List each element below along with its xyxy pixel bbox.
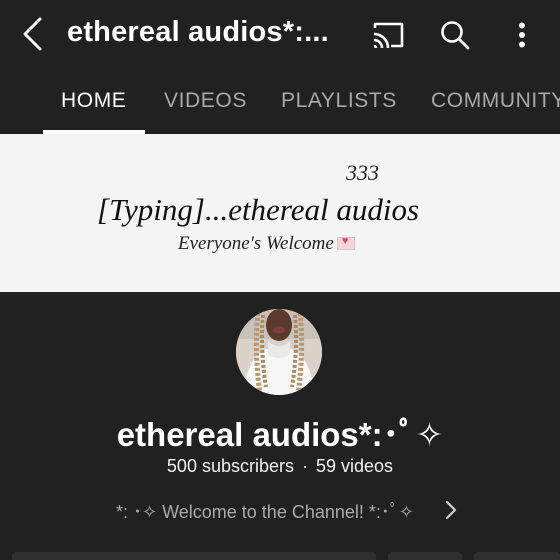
search-button[interactable] <box>434 14 476 56</box>
tab-videos[interactable]: VIDEOS <box>164 70 247 134</box>
back-button[interactable] <box>14 14 50 54</box>
stats-separator: · <box>302 456 308 476</box>
channel-stats: 500 subscribers · 59 videos <box>0 456 560 477</box>
love-letter-icon <box>336 235 355 251</box>
expand-description-button[interactable] <box>440 496 462 524</box>
tab-playlists[interactable]: PLAYLISTS <box>281 70 397 134</box>
channel-avatar[interactable] <box>236 309 322 395</box>
more-options-button[interactable] <box>506 14 538 56</box>
cast-icon <box>373 22 404 49</box>
action-button-edge[interactable] <box>388 552 462 560</box>
more-vert-icon <box>519 22 525 48</box>
channel-banner: 333 [Typing]...ethereal audios Everyone'… <box>0 134 560 292</box>
channel-title: ethereal audios*:... <box>67 16 329 48</box>
top-app-bar: ethereal audios*:... <box>0 0 560 70</box>
subscribe-button-edge[interactable] <box>12 552 376 560</box>
tab-home[interactable]: HOME <box>61 70 126 134</box>
subscriber-count: 500 subscribers <box>166 456 294 476</box>
banner-subtext: Everyone's Welcome <box>178 233 355 255</box>
action-button-edge[interactable] <box>474 552 560 560</box>
back-arrow-icon <box>23 17 42 51</box>
cast-button[interactable] <box>367 16 409 54</box>
banner-main-text: [Typing]...ethereal audios <box>97 192 420 227</box>
chevron-right-icon <box>445 500 457 520</box>
channel-tabs: HOME VIDEOS PLAYLISTS COMMUNITY <box>0 70 560 134</box>
tab-community[interactable]: COMMUNITY <box>431 70 560 134</box>
banner-number: 333 <box>346 160 379 185</box>
channel-name: ethereal audios*:･ﾟ✧ <box>116 416 444 453</box>
video-count: 59 videos <box>316 456 394 476</box>
avatar-image <box>236 309 322 395</box>
banner-subtext-label: Everyone's Welcome <box>178 233 334 254</box>
search-icon <box>441 21 470 50</box>
channel-description-row[interactable]: *: ･✧ Welcome to the Channel! *:･ﾟ✧ <box>0 494 560 526</box>
